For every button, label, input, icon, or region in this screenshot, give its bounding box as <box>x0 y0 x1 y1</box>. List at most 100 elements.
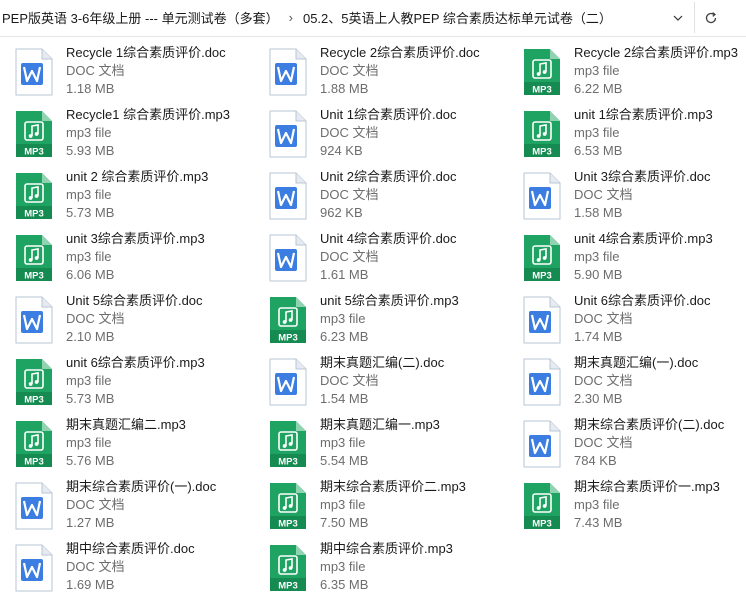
file-item[interactable]: MP3 unit 4综合素质评价.mp3 mp3 file 5.90 MB <box>522 230 746 292</box>
file-item[interactable]: Unit 4综合素质评价.doc DOC 文档 1.61 MB <box>268 230 522 292</box>
file-size: 784 KB <box>574 453 617 468</box>
file-size: 1.27 MB <box>66 515 115 530</box>
word-document-icon <box>14 48 54 96</box>
file-size: 2.30 MB <box>574 391 623 406</box>
file-type-badge: MP3 <box>24 147 44 158</box>
file-item[interactable]: Recycle 1综合素质评价.doc DOC 文档 1.18 MB <box>14 44 268 106</box>
file-size: 5.73 MB <box>66 391 115 406</box>
word-document-icon <box>522 172 562 220</box>
file-size: 1.54 MB <box>320 391 369 406</box>
breadcrumb-separator-icon[interactable]: › <box>281 10 301 25</box>
file-details: Recycle 1综合素质评价.doc DOC 文档 1.18 MB <box>66 44 226 98</box>
file-type: mp3 file <box>320 497 366 512</box>
file-details: 期末真题汇编(二).doc DOC 文档 1.54 MB <box>320 354 444 408</box>
file-item[interactable]: MP3 期末真题汇编一.mp3 mp3 file 5.54 MB <box>268 416 522 478</box>
file-item[interactable]: Unit 3综合素质评价.doc DOC 文档 1.58 MB <box>522 168 746 230</box>
file-type: mp3 file <box>574 125 620 140</box>
word-document-icon <box>268 358 308 406</box>
file-size: 5.76 MB <box>66 453 115 468</box>
file-item[interactable]: MP3 期中综合素质评价.mp3 mp3 file 6.35 MB <box>268 540 522 602</box>
word-document-icon <box>14 482 54 530</box>
file-name: Recycle1 综合素质评价.mp3 <box>66 107 230 122</box>
file-name: 期末综合素质评价(二).doc <box>574 417 725 432</box>
file-item[interactable]: 期末综合素质评价(二).doc DOC 文档 784 KB <box>522 416 746 478</box>
file-item[interactable]: Unit 2综合素质评价.doc DOC 文档 962 KB <box>268 168 522 230</box>
file-item[interactable]: Unit 6综合素质评价.doc DOC 文档 1.74 MB <box>522 292 746 354</box>
file-details: Recycle 2综合素质评价.doc DOC 文档 1.88 MB <box>320 44 480 98</box>
file-details: Unit 5综合素质评价.doc DOC 文档 2.10 MB <box>66 292 203 346</box>
file-size: 5.73 MB <box>66 205 115 220</box>
file-type: mp3 file <box>574 63 620 78</box>
word-document-icon <box>268 110 308 158</box>
file-type: mp3 file <box>66 435 112 450</box>
file-list: Recycle 1综合素质评价.doc DOC 文档 1.18 MB Recycle… <box>14 44 746 602</box>
file-type: mp3 file <box>574 497 620 512</box>
file-type-badge: MP3 <box>278 333 298 344</box>
file-type-badge: MP3 <box>24 395 44 406</box>
file-name: Unit 3综合素质评价.doc <box>574 169 711 184</box>
file-item[interactable]: 期末真题汇编(一).doc DOC 文档 2.30 MB <box>522 354 746 416</box>
file-item[interactable]: 期中综合素质评价.doc DOC 文档 1.69 MB <box>14 540 268 602</box>
word-document-icon <box>522 296 562 344</box>
file-item[interactable]: MP3 期末真题汇编二.mp3 mp3 file 5.76 MB <box>14 416 268 478</box>
file-type: mp3 file <box>66 249 112 264</box>
file-details: 期末真题汇编二.mp3 mp3 file 5.76 MB <box>66 416 186 470</box>
file-type: DOC 文档 <box>320 125 379 140</box>
file-type-badge: MP3 <box>532 147 552 158</box>
file-type-badge: MP3 <box>278 581 298 592</box>
file-size: 924 KB <box>320 143 363 158</box>
file-item[interactable]: MP3 Recycle1 综合素质评价.mp3 mp3 file 5.93 MB <box>14 106 268 168</box>
audio-file-icon: MP3 <box>522 48 562 96</box>
refresh-icon[interactable] <box>694 2 727 33</box>
file-item[interactable]: MP3 unit 1综合素质评价.mp3 mp3 file 6.53 MB <box>522 106 746 168</box>
file-item[interactable]: 期末综合素质评价(一).doc DOC 文档 1.27 MB <box>14 478 268 540</box>
file-size: 6.22 MB <box>574 81 623 96</box>
word-document-icon <box>268 48 308 96</box>
file-type: DOC 文档 <box>574 435 633 450</box>
file-size: 6.35 MB <box>320 577 369 592</box>
file-type: DOC 文档 <box>66 497 125 512</box>
file-type: DOC 文档 <box>574 373 633 388</box>
file-item[interactable]: Unit 1综合素质评价.doc DOC 文档 924 KB <box>268 106 522 168</box>
file-type: mp3 file <box>320 559 366 574</box>
file-name: 期末综合素质评价(一).doc <box>66 479 217 494</box>
file-size: 5.90 MB <box>574 267 623 282</box>
audio-file-icon: MP3 <box>268 544 308 592</box>
file-name: 期末真题汇编一.mp3 <box>320 417 440 432</box>
file-item[interactable]: MP3 期末综合素质评价二.mp3 mp3 file 7.50 MB <box>268 478 522 540</box>
file-name: 期末真题汇编(二).doc <box>320 355 445 370</box>
file-item[interactable]: MP3 unit 2 综合素质评价.mp3 mp3 file 5.73 MB <box>14 168 268 230</box>
file-details: 期末真题汇编一.mp3 mp3 file 5.54 MB <box>320 416 440 470</box>
file-item[interactable]: MP3 unit 3综合素质评价.mp3 mp3 file 6.06 MB <box>14 230 268 292</box>
file-details: unit 5综合素质评价.mp3 mp3 file 6.23 MB <box>320 292 459 346</box>
address-bar[interactable]: PEP版英语 3-6年级上册 --- 单元测试卷（多套） › 05.2、5英语上… <box>0 0 746 37</box>
audio-file-icon: MP3 <box>14 110 54 158</box>
file-type: DOC 文档 <box>320 373 379 388</box>
word-document-icon <box>268 172 308 220</box>
file-type: mp3 file <box>320 311 366 326</box>
breadcrumb[interactable]: PEP版英语 3-6年级上册 --- 单元测试卷（多套） › 05.2、5英语上… <box>0 0 664 35</box>
file-name: 期末综合素质评价二.mp3 <box>320 479 466 494</box>
file-type: DOC 文档 <box>320 249 379 264</box>
file-item[interactable]: MP3 unit 5综合素质评价.mp3 mp3 file 6.23 MB <box>268 292 522 354</box>
breadcrumb-segment-parent[interactable]: PEP版英语 3-6年级上册 --- 单元测试卷（多套） <box>0 8 281 27</box>
file-item[interactable]: Unit 5综合素质评价.doc DOC 文档 2.10 MB <box>14 292 268 354</box>
file-item[interactable]: MP3 unit 6综合素质评价.mp3 mp3 file 5.73 MB <box>14 354 268 416</box>
file-item[interactable]: MP3 期末综合素质评价一.mp3 mp3 file 7.43 MB <box>522 478 746 540</box>
file-type-badge: MP3 <box>278 457 298 468</box>
file-item[interactable]: Recycle 2综合素质评价.doc DOC 文档 1.88 MB <box>268 44 522 106</box>
file-item[interactable]: 期末真题汇编(二).doc DOC 文档 1.54 MB <box>268 354 522 416</box>
breadcrumb-segment-current[interactable]: 05.2、5英语上人教PEP 综合素质达标单元试卷（二） <box>301 8 614 27</box>
word-document-icon <box>14 296 54 344</box>
file-size: 7.50 MB <box>320 515 369 530</box>
file-details: Unit 2综合素质评价.doc DOC 文档 962 KB <box>320 168 457 222</box>
file-name: 期中综合素质评价.doc <box>66 541 195 556</box>
file-item[interactable]: MP3 Recycle 2综合素质评价.mp3 mp3 file 6.22 MB <box>522 44 746 106</box>
file-details: 期末综合素质评价(二).doc DOC 文档 784 KB <box>574 416 724 470</box>
file-name: unit 3综合素质评价.mp3 <box>66 231 205 246</box>
audio-file-icon: MP3 <box>268 482 308 530</box>
chevron-down-icon[interactable] <box>666 0 690 35</box>
file-name: 期末真题汇编(一).doc <box>574 355 699 370</box>
file-size: 1.61 MB <box>320 267 369 282</box>
file-type: DOC 文档 <box>320 187 379 202</box>
